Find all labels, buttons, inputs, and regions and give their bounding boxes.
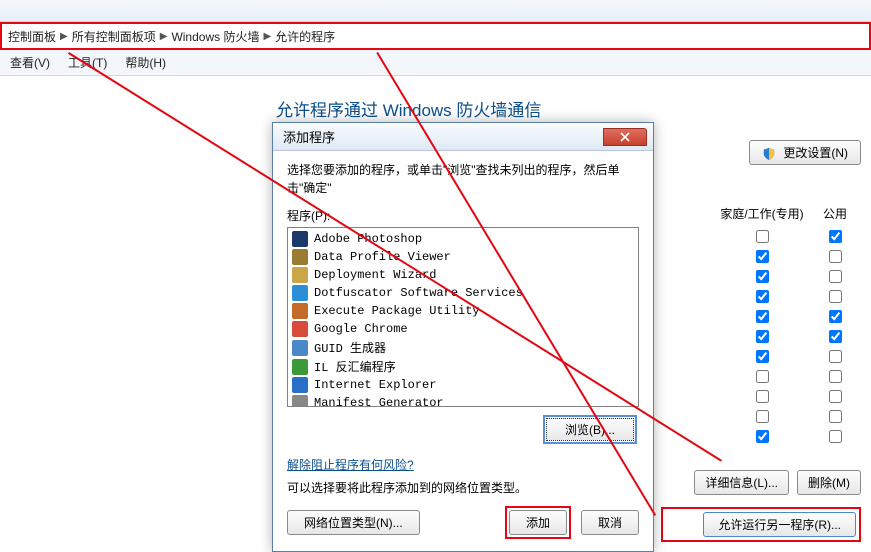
home-checkbox[interactable] (756, 430, 769, 443)
public-checkbox[interactable] (829, 250, 842, 263)
menu-view[interactable]: 查看(V) (10, 54, 50, 71)
breadcrumb-item[interactable]: 允许的程序 (275, 28, 335, 45)
permission-row (661, 228, 861, 248)
permission-row (661, 368, 861, 388)
program-icon (292, 321, 308, 337)
program-icon (292, 285, 308, 301)
program-icon (292, 377, 308, 393)
program-list-item[interactable]: Internet Explorer (290, 376, 636, 394)
menu-help[interactable]: 帮助(H) (125, 54, 166, 71)
home-checkbox[interactable] (756, 410, 769, 423)
public-checkbox[interactable] (829, 410, 842, 423)
window-titlebar (0, 0, 871, 22)
home-checkbox[interactable] (756, 310, 769, 323)
program-name: Internet Explorer (314, 378, 436, 392)
chevron-right-icon: ▶ (160, 31, 168, 42)
permission-row (661, 348, 861, 368)
public-checkbox[interactable] (829, 230, 842, 243)
program-icon (292, 249, 308, 265)
public-checkbox[interactable] (829, 350, 842, 363)
risk-link[interactable]: 解除阻止程序有何风险? (287, 456, 414, 473)
home-checkbox[interactable] (756, 370, 769, 383)
home-checkbox[interactable] (756, 290, 769, 303)
add-program-dialog: 添加程序 选择您要添加的程序，或单击"浏览"查找未列出的程序，然后单击"确定" … (272, 122, 654, 552)
dialog-subtext: 可以选择要将此程序添加到的网络位置类型。 (287, 479, 639, 496)
breadcrumb-item[interactable]: Windows 防火墙 (171, 28, 259, 45)
network-location-types-button[interactable]: 网络位置类型(N)... (287, 510, 420, 535)
close-button[interactable] (603, 128, 647, 146)
permission-row (661, 408, 861, 428)
breadcrumb-item[interactable]: 控制面板 (8, 28, 56, 45)
program-list-item[interactable]: Deployment Wizard (290, 266, 636, 284)
permission-row (661, 328, 861, 348)
program-name: Google Chrome (314, 322, 408, 336)
program-icon (292, 359, 308, 375)
cancel-button[interactable]: 取消 (581, 510, 639, 535)
home-checkbox[interactable] (756, 390, 769, 403)
checkbox-columns-header: 家庭/工作(专用) 公用 (661, 205, 861, 222)
dialog-titlebar: 添加程序 (273, 123, 653, 151)
public-checkbox[interactable] (829, 330, 842, 343)
home-checkbox[interactable] (756, 230, 769, 243)
permission-row (661, 288, 861, 308)
chevron-right-icon: ▶ (263, 31, 271, 42)
chevron-right-icon: ▶ (60, 31, 68, 42)
program-list-item[interactable]: Adobe Photoshop (290, 230, 636, 248)
public-checkbox[interactable] (829, 310, 842, 323)
program-list-item[interactable]: Data Profile Viewer (290, 248, 636, 266)
program-icon (292, 303, 308, 319)
permission-row (661, 388, 861, 408)
program-name: Dotfuscator Software Services (314, 286, 523, 300)
program-name: Data Profile Viewer (314, 250, 451, 264)
menubar: 查看(V) 工具(T) 帮助(H) (0, 50, 871, 76)
permission-row (661, 248, 861, 268)
change-settings-button[interactable]: 更改设置(N) (749, 140, 861, 165)
shield-icon (762, 147, 776, 161)
dialog-instruction: 选择您要添加的程序，或单击"浏览"查找未列出的程序，然后单击"确定" (287, 161, 639, 197)
public-checkbox[interactable] (829, 370, 842, 383)
allow-another-program-button[interactable]: 允许运行另一程序(R)... (703, 512, 856, 537)
program-list-item[interactable]: Execute Package Utility (290, 302, 636, 320)
program-name: IL 反汇编程序 (314, 358, 396, 375)
program-icon (292, 267, 308, 283)
program-list-item[interactable]: GUID 生成器 (290, 338, 636, 357)
add-button[interactable]: 添加 (509, 510, 567, 535)
breadcrumb-item[interactable]: 所有控制面板项 (72, 28, 156, 45)
change-settings-label: 更改设置(N) (783, 146, 848, 160)
permission-row (661, 428, 861, 448)
col-home-label: 家庭/工作(专用) (717, 205, 807, 222)
program-icon (292, 395, 308, 407)
close-icon (620, 132, 630, 142)
home-checkbox[interactable] (756, 330, 769, 343)
col-public-label: 公用 (815, 205, 855, 222)
details-button[interactable]: 详细信息(L)... (694, 470, 789, 495)
allowed-programs-panel: 更改设置(N) 家庭/工作(专用) 公用 详细信息(L)... 删除(M) 允许… (661, 140, 861, 542)
public-checkbox[interactable] (829, 430, 842, 443)
program-name: Execute Package Utility (314, 304, 480, 318)
program-name: GUID 生成器 (314, 339, 386, 356)
program-list[interactable]: Adobe Photoshop Data Profile Viewer Deploy… (287, 227, 639, 407)
dialog-title: 添加程序 (283, 127, 335, 146)
program-icon (292, 231, 308, 247)
home-checkbox[interactable] (756, 270, 769, 283)
permission-row (661, 308, 861, 328)
public-checkbox[interactable] (829, 390, 842, 403)
program-name: Manifest Generator (314, 396, 444, 407)
breadcrumb: 控制面板 ▶ 所有控制面板项 ▶ Windows 防火墙 ▶ 允许的程序 (0, 22, 871, 50)
remove-button[interactable]: 删除(M) (797, 470, 861, 495)
home-checkbox[interactable] (756, 250, 769, 263)
home-checkbox[interactable] (756, 350, 769, 363)
public-checkbox[interactable] (829, 270, 842, 283)
public-checkbox[interactable] (829, 290, 842, 303)
browse-button[interactable]: 浏览(B)... (546, 418, 634, 441)
program-icon (292, 340, 308, 356)
program-list-item[interactable]: Google Chrome (290, 320, 636, 338)
permission-row (661, 268, 861, 288)
